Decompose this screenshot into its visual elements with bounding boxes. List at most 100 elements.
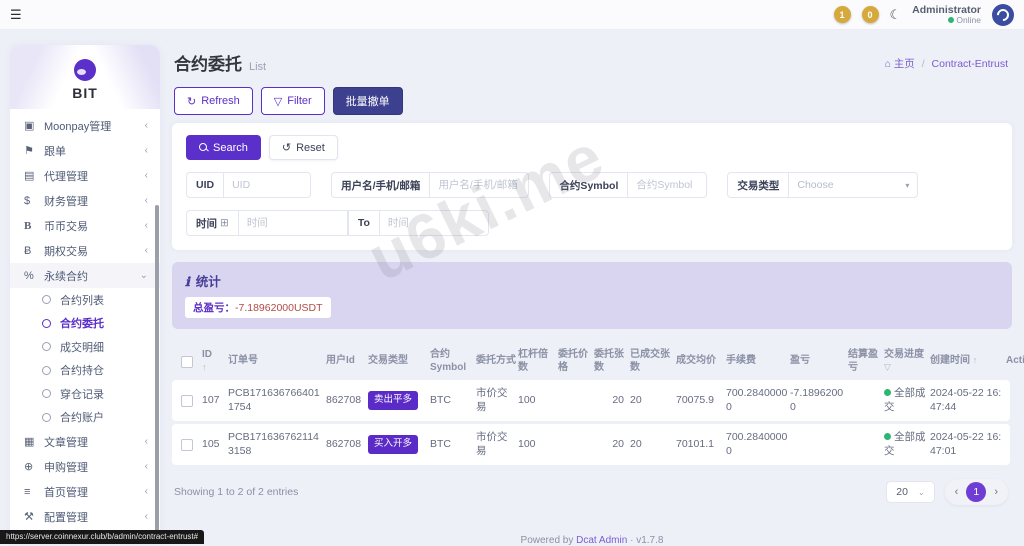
sidebar-item-config[interactable]: ⚒ 配置管理 ‹ [10,504,160,529]
sort-asc-icon[interactable]: ↑ [973,355,978,365]
cell-entrust-mode: 市价交易 [476,387,516,414]
chevron-left-icon: ‹ [145,436,148,447]
time-filter-group: 时间⊞ To [186,210,489,236]
uid-input[interactable] [223,172,311,198]
avatar[interactable] [992,4,1014,26]
user-info[interactable]: Administrator Online [912,4,981,26]
batch-cancel-button[interactable]: 批量撤单 [333,87,403,115]
select-all-checkbox[interactable] [181,356,193,368]
trade-type-badge: 买入开多 [368,435,418,453]
search-icon [199,143,208,152]
reset-button[interactable]: ↺ Reset [269,135,338,160]
time-to-input[interactable] [379,210,489,236]
to-label: To [348,210,379,236]
uid-label: UID [186,172,223,198]
time-from-input[interactable] [238,210,348,236]
breadcrumb-home[interactable]: 主页 [894,58,915,70]
table-row: 107 PCB1716367664011754 862708 卖出平多 BTC … [172,380,1010,421]
col-user-id: 用户Id [326,355,366,368]
avatar-logo-icon [995,6,1012,23]
cell-created: 2024-05-22 16:47:01 [930,431,1004,458]
col-progress[interactable]: 交易进度▽ [884,349,928,374]
page-size-select[interactable]: 20 ⌄ [886,481,934,503]
cell-entrust-qty: 20 [594,438,628,452]
prev-page-button[interactable]: ‹ [953,486,961,498]
sort-asc-icon[interactable]: ↑ [202,362,207,372]
column-filter-icon[interactable]: ▽ [884,362,891,372]
bitcoin-icon: Ƀ [24,245,44,257]
sidebar-scrollbar[interactable] [155,205,159,535]
message-bell-icon[interactable]: 0 [862,6,879,23]
sidebar-item-copy-trade[interactable]: ⚑ 跟单 ‹ [10,138,160,163]
sidebar-item-finance[interactable]: $ 财务管理 ‹ [10,188,160,213]
sidebar-toggle-icon[interactable]: ☰ [10,7,22,23]
id-card-icon: ▤ [24,169,44,182]
cell-user-id: 862708 [326,394,366,408]
refresh-icon: ↻ [187,95,196,108]
sidebar: BIT ▣ Moonpay管理 ‹ ⚑ 跟单 ‹ ▤ 代理管理 ‹ $ 财务管理… [10,45,160,544]
sidebar-item-liquidation-record[interactable]: 穿仓记录 [10,382,160,406]
circle-icon [42,366,51,375]
cell-filled-qty: 20 [630,438,674,452]
sidebar-item-perpetual[interactable]: % 永续合约 ⌄ [10,263,160,288]
col-id[interactable]: ID↑ [202,349,226,374]
page-number-button[interactable]: 1 [966,482,986,502]
col-entrust-price: 委托价格 [558,349,592,374]
sidebar-subitem-label: 合约持仓 [60,362,104,378]
cell-created: 2024-05-22 16:47:44 [930,387,1004,414]
cell-id: 105 [202,438,226,452]
filter-button[interactable]: ▽ Filter [261,87,325,115]
cell-leverage: 100 [518,394,556,408]
user-label: 用户名/手机/邮箱 [331,172,429,198]
user-status: Online [912,16,981,26]
sidebar-item-contract-account[interactable]: 合约账户 [10,406,160,430]
sidebar-item-label: 文章管理 [44,434,145,450]
top-navbar: ☰ 1 0 ☾ Administrator Online [0,0,1024,30]
brand-logo[interactable]: BIT [10,45,160,109]
col-filled-qty: 已成交张数 [630,349,674,374]
col-created[interactable]: 创建时间 ↑ [930,355,1004,368]
sidebar-item-contract-entrust[interactable]: 合约委托 [10,312,160,336]
cell-symbol: BTC [430,438,474,452]
symbol-input[interactable] [627,172,707,198]
circle-icon [42,319,51,328]
row-checkbox[interactable] [181,395,193,407]
breadcrumb-current: Contract-Entrust [932,58,1008,70]
trade-type-select[interactable]: Choose ▾ [788,172,918,198]
trade-type-badge: 卖出平多 [368,391,418,409]
home-icon: ⌂ [885,58,891,70]
sidebar-item-subscription[interactable]: ⊕ 申购管理 ‹ [10,454,160,479]
sidebar-subitem-label: 合约账户 [60,409,104,425]
sidebar-item-label: 首页管理 [44,484,145,500]
sidebar-item-moonpay[interactable]: ▣ Moonpay管理 ‹ [10,113,160,138]
sidebar-item-label: 币币交易 [44,218,145,234]
sidebar-item-agent[interactable]: ▤ 代理管理 ‹ [10,163,160,188]
sidebar-item-article[interactable]: ▦ 文章管理 ‹ [10,429,160,454]
sidebar-item-label: 跟单 [44,143,145,159]
sidebar-item-label: 期权交易 [44,243,145,259]
sidebar-item-contract-list[interactable]: 合约列表 [10,288,160,312]
time-label: 时间⊞ [186,210,238,236]
sidebar-item-trade-detail[interactable]: 成交明细 [10,335,160,359]
cell-order-no: PCB1716367664011754 [228,387,324,414]
dcat-admin-link[interactable]: Dcat Admin [576,535,627,546]
sidebar-item-label: Moonpay管理 [44,118,145,134]
chevron-down-icon: ⌄ [140,270,148,281]
time-label-text: 时间 [196,216,217,231]
sidebar-item-homepage[interactable]: ≡ 首页管理 ‹ [10,479,160,504]
orders-table: ID↑ 订单号 用户Id 交易类型 合约Symbol 委托方式 杠杆倍数 委托价… [172,341,1010,505]
refresh-button[interactable]: ↻ Refresh [174,87,253,115]
user-input[interactable] [429,172,529,198]
sidebar-item-options[interactable]: Ƀ 期权交易 ‹ [10,238,160,263]
next-page-button[interactable]: › [992,486,1000,498]
reset-label: Reset [296,142,325,154]
notification-bell-icon[interactable]: 1 [834,6,851,23]
sidebar-subitem-label: 成交明细 [60,339,104,355]
col-settle-pnl: 结算盈亏 [848,349,882,374]
search-button[interactable]: Search [186,135,261,160]
dark-mode-toggle-icon[interactable]: ☾ [890,7,902,23]
sidebar-item-spot-trade[interactable]: B 币币交易 ‹ [10,213,160,238]
cell-leverage: 100 [518,438,556,452]
sidebar-item-contract-position[interactable]: 合约持仓 [10,359,160,383]
row-checkbox[interactable] [181,439,193,451]
